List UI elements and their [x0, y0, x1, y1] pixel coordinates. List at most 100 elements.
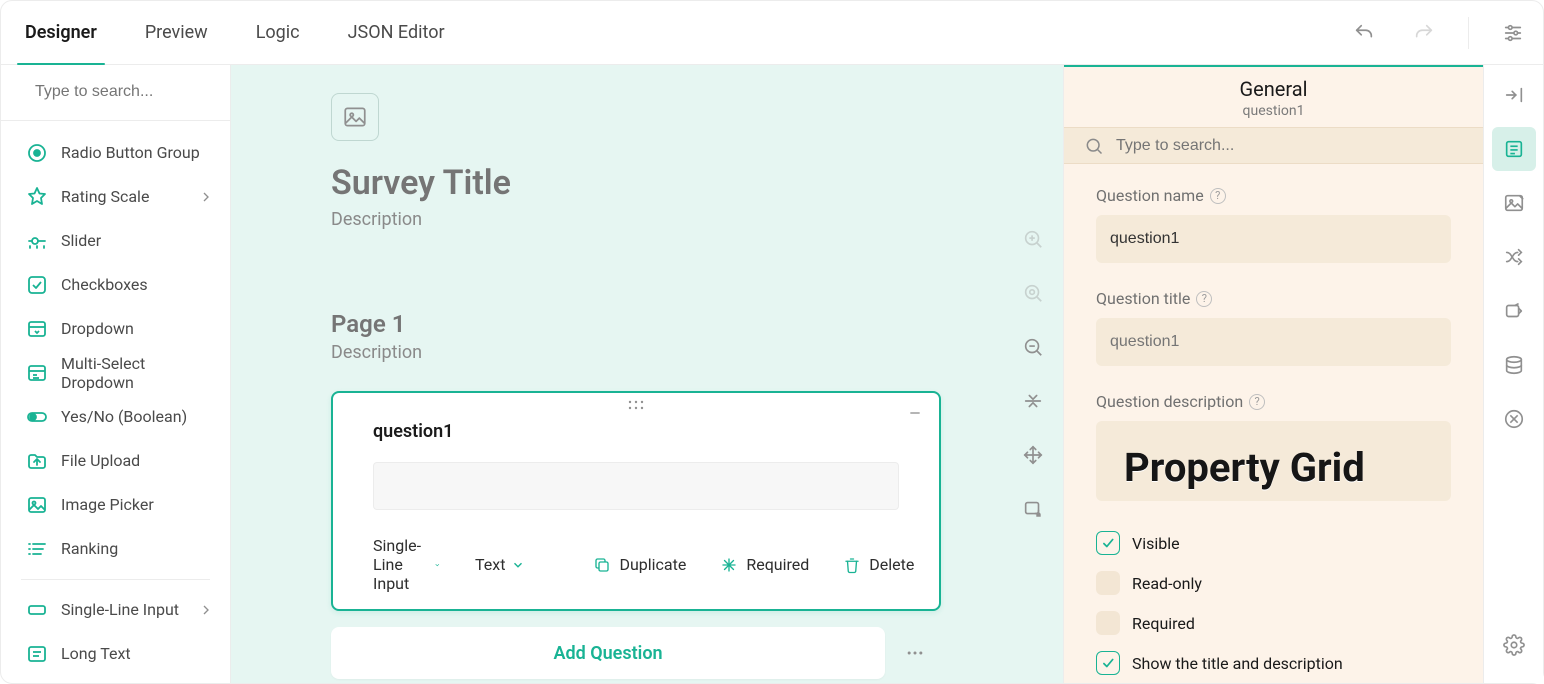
toolbox-item-label: Dropdown: [61, 319, 218, 338]
checkbox-icon: [25, 273, 49, 297]
question-title-input[interactable]: [1096, 318, 1451, 366]
collapse-icon[interactable]: [907, 405, 923, 421]
delete-button[interactable]: Delete: [843, 555, 914, 574]
toolbox-item-slider[interactable]: Slider: [1, 219, 230, 263]
page-description[interactable]: Description: [331, 342, 941, 363]
toolbox-item-file-upload[interactable]: File Upload: [1, 439, 230, 483]
page-title[interactable]: Page 1: [331, 310, 941, 338]
tab-preview[interactable]: Preview: [145, 1, 208, 64]
visible-checkbox[interactable]: Visible: [1096, 531, 1451, 555]
gear-icon: [1503, 634, 1525, 656]
data-tab-button[interactable]: [1492, 343, 1536, 387]
gear-button[interactable]: [1492, 623, 1536, 667]
collapse-all-button[interactable]: [1015, 383, 1051, 419]
general-tab-button[interactable]: [1492, 127, 1536, 171]
tab-json-editor[interactable]: JSON Editor: [348, 1, 445, 64]
question-type-select[interactable]: Single-Line Input: [373, 536, 441, 593]
readonly-checkbox[interactable]: Read-only: [1096, 571, 1451, 595]
collapse-panel-button[interactable]: [1492, 73, 1536, 117]
undo-button[interactable]: [1346, 15, 1382, 51]
survey-title[interactable]: Survey Title: [331, 163, 941, 203]
settings-button[interactable]: [1495, 15, 1531, 51]
question-input-preview[interactable]: [373, 462, 899, 510]
zoom-in-button[interactable]: [1015, 221, 1051, 257]
required-label: Required: [746, 555, 809, 574]
logic-tab-button[interactable]: [1492, 235, 1536, 279]
question-description-label: Question description?: [1096, 392, 1451, 411]
top-tabbar: Designer Preview Logic JSON Editor: [1, 1, 1543, 65]
trash-icon: [843, 556, 861, 574]
toolbox-item-label: Checkboxes: [61, 275, 218, 294]
question-type-label: Single-Line Input: [373, 536, 428, 593]
toolbox-item-single-line-input[interactable]: Single-Line Input: [1, 588, 230, 632]
question-subtype-select[interactable]: Text: [475, 555, 525, 574]
toolbox-item-multi-select-dropdown[interactable]: Multi-Select Dropdown: [1, 351, 230, 395]
input-tab-button[interactable]: [1492, 289, 1536, 333]
zoom-reset-button[interactable]: [1015, 275, 1051, 311]
layout-tab-button[interactable]: [1492, 181, 1536, 225]
toolbox-item-label: Multi-Select Dropdown: [61, 354, 218, 392]
duplicate-button[interactable]: Duplicate: [593, 555, 686, 574]
question-description-input[interactable]: [1096, 421, 1451, 501]
chevron-down-icon: [511, 558, 525, 572]
toolbox-item-label: Rating Scale: [61, 187, 182, 206]
image-picker-icon: [25, 493, 49, 517]
longtext-icon: [25, 642, 49, 666]
redo-button[interactable]: [1406, 15, 1442, 51]
tab-logic[interactable]: Logic: [256, 1, 300, 64]
drag-handle-icon[interactable]: [627, 399, 645, 411]
show-title-checkbox[interactable]: Show the title and description: [1096, 651, 1451, 675]
required-icon: [720, 556, 738, 574]
toolbox-search-input[interactable]: [33, 82, 244, 102]
radio-icon: [25, 141, 49, 165]
add-question-more-button[interactable]: [889, 627, 941, 679]
required-checkbox[interactable]: Required: [1096, 611, 1451, 635]
toolbox-search[interactable]: [1, 65, 230, 121]
duplicate-label: Duplicate: [619, 555, 686, 574]
question-title[interactable]: question1: [373, 421, 899, 442]
search-icon: [1084, 136, 1104, 156]
duplicate-icon: [593, 556, 611, 574]
toolbox-item-checkboxes[interactable]: Checkboxes: [1, 263, 230, 307]
slider-icon: [25, 229, 49, 253]
toolbox-item-label: Single-Line Input: [61, 600, 182, 619]
question-card[interactable]: question1 Single-Line Input Text: [331, 391, 941, 611]
checkbox-label: Show the title and description: [1132, 654, 1343, 673]
star-icon: [25, 185, 49, 209]
toolbox-item-label: Yes/No (Boolean): [61, 407, 218, 426]
help-icon[interactable]: ?: [1196, 291, 1212, 307]
property-search[interactable]: [1064, 127, 1483, 164]
toolbox-item-rating-scale[interactable]: Rating Scale: [1, 175, 230, 219]
toolbox-item-boolean[interactable]: Yes/No (Boolean): [1, 395, 230, 439]
move-button[interactable]: [1015, 437, 1051, 473]
validation-tab-button[interactable]: [1492, 397, 1536, 441]
survey-description[interactable]: Description: [331, 209, 941, 230]
zoom-out-button[interactable]: [1015, 329, 1051, 365]
lock-button[interactable]: [1015, 491, 1051, 527]
tab-designer[interactable]: Designer: [25, 1, 97, 64]
dropdown-icon: [25, 317, 49, 341]
text-input-icon: [25, 598, 49, 622]
ranking-icon: [25, 537, 49, 561]
toolbox-item-label: File Upload: [61, 451, 218, 470]
design-canvas: Survey Title Description Page 1 Descript…: [231, 65, 1063, 683]
toolbox-item-image-picker[interactable]: Image Picker: [1, 483, 230, 527]
help-icon[interactable]: ?: [1249, 394, 1265, 410]
survey-logo-placeholder[interactable]: [331, 93, 379, 141]
toolbox-item-ranking[interactable]: Ranking: [1, 527, 230, 571]
toolbox-item-label: Radio Button Group: [61, 143, 218, 162]
toolbox-item-long-text[interactable]: Long Text: [1, 632, 230, 676]
toolbox-item-label: Slider: [61, 231, 218, 250]
checkbox-label: Visible: [1132, 534, 1180, 553]
toolbox: Radio Button Group Rating Scale Slider C…: [1, 65, 231, 683]
toolbox-item-radio-button-group[interactable]: Radio Button Group: [1, 131, 230, 175]
help-icon[interactable]: ?: [1210, 188, 1226, 204]
property-search-input[interactable]: [1114, 136, 1463, 156]
toggle-icon: [25, 405, 49, 429]
toolbox-item-label: Image Picker: [61, 495, 218, 514]
question-name-input[interactable]: [1096, 215, 1451, 263]
toolbox-item-dropdown[interactable]: Dropdown: [1, 307, 230, 351]
property-grid-title: General: [1064, 77, 1483, 101]
required-toggle[interactable]: Required: [720, 555, 809, 574]
add-question-button[interactable]: Add Question: [331, 627, 885, 679]
